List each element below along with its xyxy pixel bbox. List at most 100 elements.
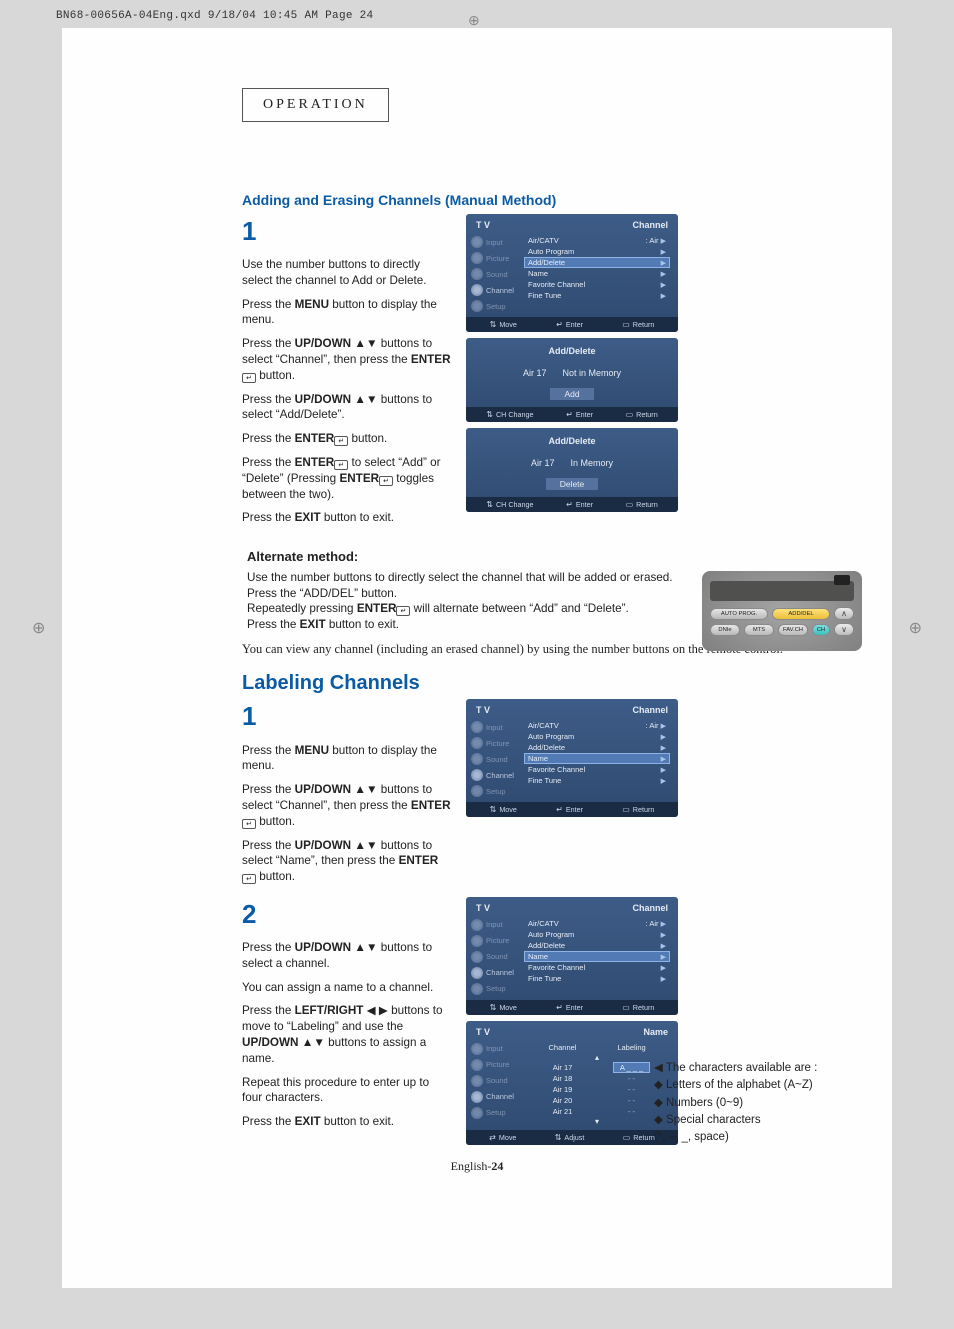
remote-btn-up: ∧ — [834, 607, 854, 620]
osd-menu-row: Fine Tune ▶ — [524, 973, 670, 984]
instructions-column: 1 Press the MENU button to display the m… — [242, 699, 452, 892]
osd-menu-row: Favorite Channel ▶ — [524, 279, 670, 290]
remote-lcd — [710, 581, 854, 601]
osd-menu-row: Fine Tune ▶ — [524, 290, 670, 301]
enter-icon: ↵ — [396, 606, 410, 616]
step-number: 2 — [242, 897, 452, 932]
page-footer: English-24 — [102, 1159, 852, 1174]
section-header: OPERATION — [263, 97, 368, 112]
remote-btn-favch: FAV.CH — [778, 624, 808, 636]
instruction-text: Use the number buttons to directly selec… — [247, 570, 687, 602]
add-button: Add — [550, 388, 593, 400]
alternate-method: Alternate method: Use the number buttons… — [247, 548, 687, 633]
osd-add-delete-notmem: Add/Delete Air 17Not in Memory Add ⇅CH C… — [466, 338, 678, 422]
enter-icon: ↵ — [242, 874, 256, 884]
instruction-text: Press the EXIT button to exit. — [242, 510, 452, 526]
alt-title: Alternate method: — [247, 548, 687, 566]
enter-icon: ↵ — [566, 500, 573, 509]
osd-sidebar-item: Input — [471, 236, 519, 248]
osd-menu-row: Auto Program ▶ — [524, 731, 670, 742]
instruction-text: Press the UP/DOWN ▲▼ buttons to select a… — [242, 940, 452, 972]
osd-menu-row: Fine Tune ▶ — [524, 775, 670, 786]
osd-sidebar-item: Setup — [471, 983, 519, 995]
osd-sidebar-item: Channel — [471, 769, 519, 781]
instructions-column: 1 Use the number buttons to directly sel… — [242, 214, 452, 534]
enter-icon: ↵ — [379, 476, 393, 486]
instruction-text: Press the MENU button to display the men… — [242, 743, 452, 775]
instruction-text: Press the UP/DOWN ▲▼ buttons to select “… — [242, 392, 452, 424]
osd-sidebar-item: Sound — [471, 268, 519, 280]
remote-btn-mts: MTS — [744, 624, 774, 636]
osd-menu-row: Favorite Channel ▶ — [524, 962, 670, 973]
enter-icon: ↵ — [566, 410, 573, 419]
instruction-text: Use the number buttons to directly selec… — [242, 257, 452, 289]
osd-menu-row: Favorite Channel ▶ — [524, 764, 670, 775]
remote-btn-adddel: ADD/DEL — [772, 608, 830, 620]
instruction-text: Press the UP/DOWN ▲▼ buttons to select “… — [242, 782, 452, 829]
osd-menu-row: Name ▶ — [524, 951, 670, 962]
osd-menu-row: Air/CATV: Air ▶ — [524, 720, 670, 731]
osd-menu-row: Add/Delete ▶ — [524, 940, 670, 951]
osd-menu-row: Air/CATV: Air ▶ — [524, 918, 670, 929]
subsection-title: Adding and Erasing Channels (Manual Meth… — [242, 192, 852, 208]
updown-icon: ⇅ — [486, 410, 493, 419]
delete-button: Delete — [546, 478, 599, 490]
instruction-text: Press the LEFT/RIGHT ◀ ▶ buttons to move… — [242, 1003, 452, 1066]
instruction-text: Press the UP/DOWN ▲▼ buttons to select “… — [242, 336, 452, 383]
instructions-column: 2 Press the UP/DOWN ▲▼ buttons to select… — [242, 897, 452, 1138]
updown-icon: ⇅ — [490, 320, 497, 329]
instruction-text: Press the EXIT button to exit. — [242, 1114, 452, 1130]
osd-menu-row: Auto Program ▶ — [524, 246, 670, 257]
enter-icon: ↵ — [242, 373, 256, 383]
osd-sidebar-item: Picture — [471, 935, 519, 947]
instruction-text: Press the ENTER↵ button. — [242, 431, 452, 447]
return-icon: ▭ — [622, 320, 630, 329]
instruction-text: Press the EXIT button to exit. — [247, 617, 687, 633]
return-icon: ▭ — [626, 410, 634, 419]
osd-sidebar-item: Sound — [471, 753, 519, 765]
remote-control-illustration: AUTO PROG. ADD/DEL ∧ DNIe MTS FAV.CH CH … — [702, 571, 862, 651]
osd-sidebar-item: Input — [471, 919, 519, 931]
osd-sidebar-item: Setup — [471, 1107, 519, 1119]
remote-btn-dnie: DNIe — [710, 624, 740, 636]
updown-icon: ⇅ — [486, 500, 493, 509]
osd-menu-row: Auto Program ▶ — [524, 929, 670, 940]
osd-sidebar-item: Input — [471, 1043, 519, 1055]
section-header-box: OPERATION — [242, 88, 389, 122]
instruction-text: Press the ENTER↵ to select “Add” or “Del… — [242, 455, 452, 502]
instruction-text: Repeat this procedure to enter up to fou… — [242, 1075, 452, 1107]
subsection-title: Labeling Channels — [242, 672, 852, 695]
osd-sidebar-item: Picture — [471, 737, 519, 749]
osd-menu-row: Name ▶ — [524, 753, 670, 764]
enter-icon: ↵ — [242, 819, 256, 829]
registration-mark-icon: ⊕ — [32, 618, 45, 638]
osd-screenshots: T VChannel InputPictureSoundChannelSetup… — [466, 214, 678, 512]
osd-sidebar-item: Channel — [471, 1091, 519, 1103]
return-icon: ▭ — [626, 500, 634, 509]
registration-mark-icon: ⊕ — [909, 618, 922, 638]
osd-sidebar-item: Input — [471, 721, 519, 733]
remote-btn-ch: CH — [812, 624, 830, 636]
osd-sidebar-item: Setup — [471, 785, 519, 797]
osd-sidebar-item: Setup — [471, 300, 519, 312]
enter-icon: ↵ — [334, 460, 348, 470]
enter-icon: ↵ — [556, 320, 563, 329]
osd-channel-menu-name: T VChannel InputPictureSoundChannelSetup… — [466, 699, 678, 817]
osd-sidebar-item: Picture — [471, 252, 519, 264]
osd-sidebar-item: Sound — [471, 1075, 519, 1087]
osd-menu-row: Add/Delete ▶ — [524, 742, 670, 753]
print-header: BN68-00656A-04Eng.qxd 9/18/04 10:45 AM P… — [56, 10, 954, 22]
osd-menu-row: Air/CATV: Air ▶ — [524, 235, 670, 246]
page-sheet: ⊕ ⊕ OPERATION Adding and Erasing Channel… — [62, 28, 892, 1288]
instruction-text: You can assign a name to a channel. — [242, 980, 452, 996]
osd-sidebar-item: Channel — [471, 284, 519, 296]
osd-add-delete-inmem: Add/Delete Air 17In Memory Delete ⇅CH Ch… — [466, 428, 678, 512]
osd-menu-row: Name ▶ — [524, 268, 670, 279]
osd-channel-menu-name2: T VChannel InputPictureSoundChannelSetup… — [466, 897, 678, 1015]
instruction-text: Press the UP/DOWN ▲▼ buttons to select “… — [242, 838, 452, 885]
instruction-text: Press the MENU button to display the men… — [242, 297, 452, 329]
character-note: ◀ The characters available are : ◆ Lette… — [642, 1060, 862, 1146]
osd-sidebar-item: Sound — [471, 951, 519, 963]
enter-icon: ↵ — [334, 436, 348, 446]
osd-channel-menu: T VChannel InputPictureSoundChannelSetup… — [466, 214, 678, 332]
